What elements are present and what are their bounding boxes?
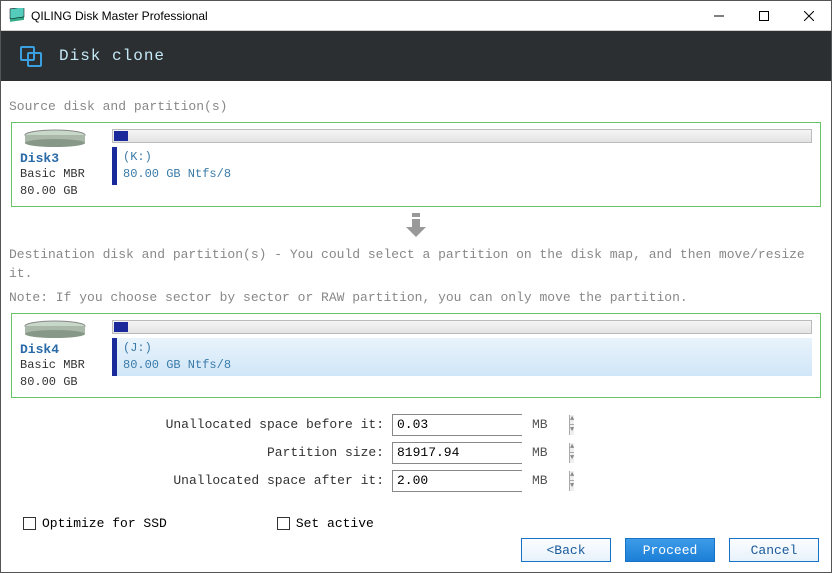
spin-up[interactable]: ▲	[570, 471, 574, 482]
source-partition-info: 80.00 GB Ntfs/8	[123, 166, 806, 183]
space-before-label: Unallocated space before it:	[7, 417, 392, 432]
unit-label: MB	[532, 445, 548, 460]
dest-partition-bar[interactable]	[112, 320, 812, 334]
content-area: Source disk and partition(s) Disk3 Basic…	[1, 81, 831, 531]
set-active-checkbox[interactable]: Set active	[277, 516, 374, 531]
dest-partition-letter: (J:)	[123, 340, 806, 357]
source-disk-name: Disk3	[20, 151, 59, 166]
source-disk-type: Basic MBR	[20, 166, 112, 183]
dest-partition-used	[114, 322, 128, 332]
resize-form: Unallocated space before it: ▲▼ MB Parti…	[7, 414, 825, 492]
hard-drive-icon	[20, 129, 90, 147]
dest-disk-card[interactable]: Disk4 Basic MBR 80.00 GB (J:) 80.00 GB N…	[11, 313, 821, 398]
close-button[interactable]	[786, 1, 831, 31]
app-icon	[9, 8, 25, 24]
hard-drive-icon	[20, 320, 90, 338]
source-section-label: Source disk and partition(s)	[9, 99, 825, 114]
arrow-down-icon	[7, 213, 825, 241]
set-active-label: Set active	[296, 516, 374, 531]
titlebar: QILING Disk Master Professional	[1, 1, 831, 31]
page-heading: Disk clone	[59, 47, 165, 65]
minimize-button[interactable]	[696, 1, 741, 31]
window-title: QILING Disk Master Professional	[31, 9, 696, 23]
spin-down[interactable]: ▼	[570, 453, 574, 463]
source-partition-details: (K:) 80.00 GB Ntfs/8	[112, 147, 812, 185]
cancel-button[interactable]: Cancel	[729, 538, 819, 562]
partition-size-input[interactable]: ▲▼	[392, 442, 522, 464]
spin-down[interactable]: ▼	[570, 481, 574, 491]
source-disk-info: Disk3 Basic MBR 80.00 GB	[20, 129, 112, 200]
source-partition-map[interactable]: (K:) 80.00 GB Ntfs/8	[112, 129, 812, 200]
dest-disk-name: Disk4	[20, 342, 59, 357]
partition-size-label: Partition size:	[7, 445, 392, 460]
spin-down[interactable]: ▼	[570, 425, 574, 435]
footer-buttons: <Back Proceed Cancel	[521, 538, 819, 562]
proceed-button[interactable]: Proceed	[625, 538, 715, 562]
space-after-input[interactable]: ▲▼	[392, 470, 522, 492]
dest-disk-type: Basic MBR	[20, 357, 112, 374]
source-disk-size: 80.00 GB	[20, 183, 112, 200]
dest-partition-details: (J:) 80.00 GB Ntfs/8	[112, 338, 812, 376]
window-controls	[696, 1, 831, 31]
checkbox-box[interactable]	[277, 517, 290, 530]
dest-note: Note: If you choose sector by sector or …	[9, 288, 825, 308]
dest-partition-map[interactable]: (J:) 80.00 GB Ntfs/8	[112, 320, 812, 391]
checkbox-box[interactable]	[23, 517, 36, 530]
header-band: Disk clone	[1, 31, 831, 81]
source-disk-card[interactable]: Disk3 Basic MBR 80.00 GB (K:) 80.00 GB N…	[11, 122, 821, 207]
dest-section-label: Destination disk and partition(s) - You …	[9, 245, 825, 284]
unit-label: MB	[532, 473, 548, 488]
spin-up[interactable]: ▲	[570, 443, 574, 454]
back-button[interactable]: <Back	[521, 538, 611, 562]
maximize-button[interactable]	[741, 1, 786, 31]
unit-label: MB	[532, 417, 548, 432]
optimize-ssd-label: Optimize for SSD	[42, 516, 167, 531]
disk-clone-icon	[19, 44, 43, 68]
source-partition-letter: (K:)	[123, 149, 806, 166]
space-after-label: Unallocated space after it:	[7, 473, 392, 488]
spin-up[interactable]: ▲	[570, 415, 574, 426]
options-row: Optimize for SSD Set active	[7, 516, 825, 531]
source-partition-bar[interactable]	[112, 129, 812, 143]
space-before-input[interactable]: ▲▼	[392, 414, 522, 436]
dest-disk-size: 80.00 GB	[20, 374, 112, 391]
dest-partition-info: 80.00 GB Ntfs/8	[123, 357, 806, 374]
optimize-ssd-checkbox[interactable]: Optimize for SSD	[23, 516, 167, 531]
dest-disk-info: Disk4 Basic MBR 80.00 GB	[20, 320, 112, 391]
source-partition-used	[114, 131, 128, 141]
